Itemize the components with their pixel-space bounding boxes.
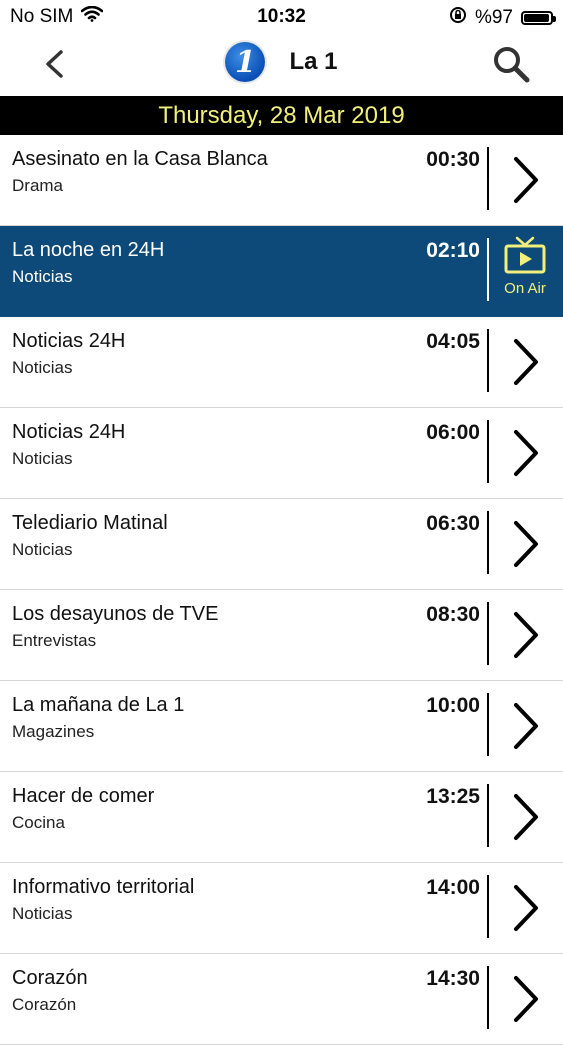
program-title: Telediario Matinal — [12, 512, 168, 534]
program-genre: Noticias — [12, 267, 73, 286]
program-title: Informativo territorial — [12, 876, 195, 898]
program-title: Corazón — [12, 967, 88, 989]
program-time: 14:00 — [426, 876, 480, 899]
row-divider — [487, 693, 489, 756]
program-time: 04:05 — [426, 330, 480, 353]
orientation-lock-icon — [449, 6, 467, 30]
program-row[interactable]: Hacer de comer Cocina 13:25 — [0, 772, 563, 863]
program-genre: Noticias — [12, 358, 73, 377]
search-button[interactable] — [489, 42, 533, 86]
program-genre: Corazón — [12, 995, 77, 1014]
schedule-list: Asesinato en la Casa Blanca Drama 00:30 La … — [0, 135, 563, 1045]
program-genre: Noticias — [12, 904, 73, 923]
program-time: 06:30 — [426, 512, 480, 535]
program-title: Asesinato en la Casa Blanca — [12, 148, 268, 170]
program-title: Noticias 24H — [12, 421, 126, 443]
program-row[interactable]: La mañana de La 1 Magazines 10:00 — [0, 681, 563, 772]
program-row[interactable]: Telediario Matinal Noticias 06:30 — [0, 499, 563, 590]
row-divider — [487, 147, 489, 210]
row-divider — [487, 420, 489, 483]
magnifier-icon — [494, 47, 530, 83]
battery-fill — [524, 14, 550, 22]
nav-bar: 1 La 1 — [0, 32, 563, 96]
program-time: 00:30 — [426, 148, 480, 171]
row-divider — [487, 238, 489, 301]
program-genre: Drama — [12, 176, 64, 195]
chevron-right-icon — [508, 428, 542, 478]
program-time: 08:30 — [426, 603, 480, 626]
date-banner: Thursday, 28 Mar 2019 — [0, 96, 563, 135]
row-divider — [487, 511, 489, 574]
on-air-label: On Air — [504, 280, 546, 297]
program-time: 10:00 — [426, 694, 480, 717]
program-row[interactable]: Asesinato en la Casa Blanca Drama 00:30 — [0, 135, 563, 226]
channel-logo: 1 — [225, 42, 266, 82]
program-row[interactable]: Noticias 24H Noticias 04:05 — [0, 317, 563, 408]
program-title: Hacer de comer — [12, 785, 155, 807]
chevron-right-icon — [508, 701, 542, 751]
nav-center: 1 La 1 — [0, 42, 563, 82]
chevron-right-icon — [508, 792, 542, 842]
status-bar: No SIM 10:32 %97 — [0, 0, 563, 32]
program-genre: Magazines — [12, 722, 95, 741]
program-genre: Cocina — [12, 813, 65, 832]
program-row[interactable]: Los desayunos de TVE Entrevistas 08:30 — [0, 590, 563, 681]
chevron-right-icon — [508, 519, 542, 569]
program-row[interactable]: Noticias 24H Noticias 06:00 — [0, 408, 563, 499]
channel-logo-text: 1 — [235, 44, 256, 80]
tv-play-icon — [504, 236, 546, 274]
program-row-on-air[interactable]: La noche en 24H Noticias 02:10 On Air — [0, 226, 563, 317]
program-time: 13:25 — [426, 785, 480, 808]
program-row[interactable]: Informativo territorial Noticias 14:00 — [0, 863, 563, 954]
program-time: 06:00 — [426, 421, 480, 444]
chevron-right-icon — [508, 610, 542, 660]
chevron-right-icon — [508, 155, 542, 205]
row-divider — [487, 966, 489, 1029]
row-divider — [487, 875, 489, 938]
page-title: La 1 — [289, 48, 338, 75]
program-time: 14:30 — [426, 967, 480, 990]
row-divider — [487, 602, 489, 665]
battery-icon — [521, 11, 556, 25]
row-divider — [487, 329, 489, 392]
row-divider — [487, 784, 489, 847]
program-time: 02:10 — [426, 239, 480, 262]
program-genre: Entrevistas — [12, 631, 97, 650]
chevron-right-icon — [508, 337, 542, 387]
battery-percent: %97 — [474, 7, 513, 28]
chevron-right-icon — [508, 974, 542, 1024]
program-genre: Noticias — [12, 449, 73, 468]
status-right: %97 — [449, 6, 556, 30]
program-title: Los desayunos de TVE — [12, 603, 219, 625]
program-title: La noche en 24H — [12, 239, 165, 261]
program-title: La mañana de La 1 — [12, 694, 185, 716]
program-genre: Noticias — [12, 540, 73, 559]
chevron-right-icon — [508, 883, 542, 933]
on-air-badge: On Air — [494, 236, 556, 297]
program-title: Noticias 24H — [12, 330, 126, 352]
